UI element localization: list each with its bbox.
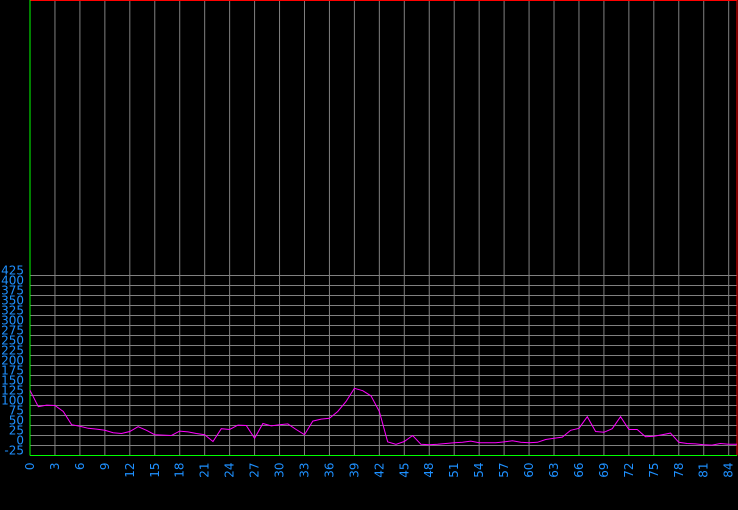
x-tick-label: 45	[397, 463, 411, 478]
x-tick-label: 9	[98, 463, 112, 471]
x-tick-label: 24	[223, 463, 237, 478]
series-layer	[29, 387, 737, 446]
x-tick-labels: 0 3 6 9 12 15 18 21 24 27 30 33 36 39 42 45 48 51 54 57 60 63…	[23, 463, 736, 478]
plot-frame	[29, 0, 738, 456]
x-tick-label: 69	[597, 463, 611, 478]
x-tick-label: 60	[522, 463, 536, 478]
x-tick-label: 18	[173, 463, 187, 478]
x-tick-label: 66	[572, 463, 586, 478]
x-tick-label: 75	[647, 463, 661, 478]
y-tick-labels: -250255075100125150175200225250275300325…	[1, 264, 24, 458]
x-tick-label: 12	[123, 463, 137, 478]
x-tick-label: 63	[547, 463, 561, 478]
x-tick-label: 84	[722, 463, 736, 478]
grid	[29, 0, 737, 456]
y-tick-label: 425	[1, 264, 24, 278]
x-tick-label: 42	[372, 463, 386, 478]
x-tick-label: 6	[73, 463, 87, 471]
x-tick-label: 15	[148, 463, 162, 478]
series-line	[29, 387, 737, 446]
x-tick-label: 78	[672, 463, 686, 478]
x-tick-label: 33	[297, 463, 311, 478]
x-tick-label: 21	[198, 463, 212, 478]
x-tick-label: 57	[497, 463, 511, 478]
chart-area: -25 0 25 50 75 100 125 150 175 200 225 250 275 300 325…	[0, 0, 738, 505]
x-tick-label: 48	[422, 463, 436, 478]
x-tick-label: 36	[322, 463, 336, 478]
x-tick-label: 0	[23, 463, 37, 471]
x-tick-label: 54	[472, 463, 486, 478]
x-tick-label: 30	[273, 463, 287, 478]
x-tick-label: 39	[347, 463, 361, 478]
x-tick-label: 81	[697, 463, 711, 478]
x-tick-label: 27	[248, 463, 262, 478]
line-chart: -250255075100125150175200225250275300325…	[1, 0, 738, 478]
x-tick-label: 51	[447, 463, 461, 478]
x-tick-label: 3	[48, 463, 62, 471]
x-tick-label: 72	[622, 463, 636, 478]
